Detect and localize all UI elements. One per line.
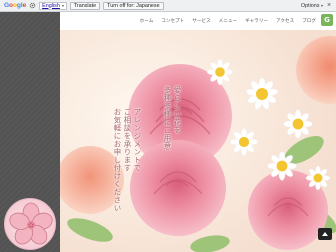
close-icon[interactable]: × bbox=[325, 2, 333, 10]
flower-logo-icon[interactable] bbox=[4, 198, 56, 250]
options-label: Options bbox=[300, 3, 320, 9]
hero-image: 愛らしい花を 多種多様にご用意 アレンジメントで ご相談を承ります お気軽にお申… bbox=[60, 30, 336, 252]
language-select[interactable]: English bbox=[39, 1, 67, 10]
language-select-value: English bbox=[42, 2, 60, 9]
translate-button[interactable]: Translate bbox=[69, 1, 101, 10]
chevron-down-icon bbox=[321, 5, 323, 7]
chevron-up-icon bbox=[322, 232, 328, 236]
nav-item-blog[interactable]: ブログ bbox=[298, 18, 320, 24]
turn-off-button[interactable]: Turn off for: Japanese bbox=[103, 1, 164, 10]
chevron-down-icon bbox=[61, 4, 64, 7]
hero-text-line-3: アレンジメントで bbox=[133, 108, 142, 172]
scroll-to-top-button[interactable] bbox=[318, 228, 332, 240]
flower-bouquet-illustration bbox=[60, 30, 336, 252]
social-share-icon[interactable]: G bbox=[321, 14, 333, 26]
nav-item-menu[interactable]: メニュー bbox=[215, 18, 241, 24]
nav-item-service[interactable]: サービス bbox=[188, 18, 214, 24]
nav-item-home[interactable]: ホーム bbox=[136, 18, 158, 24]
options-menu[interactable]: Options bbox=[301, 2, 323, 10]
google-translate-bar: Google English Translate Turn off for: J… bbox=[0, 0, 336, 12]
google-logo: Google bbox=[4, 2, 27, 9]
hero-text-line-4: ご相談を承ります bbox=[123, 108, 132, 172]
nav-item-concept[interactable]: コンセプト bbox=[157, 18, 188, 24]
nav-item-gallery[interactable]: ギャラリー bbox=[241, 18, 272, 24]
nav-item-access[interactable]: アクセス bbox=[272, 18, 298, 24]
hero-text-line-5: お気軽にお申し付けください bbox=[113, 108, 122, 212]
hero-text-line-1: 愛らしい花を bbox=[173, 86, 182, 134]
left-sidebar-panel bbox=[0, 12, 60, 252]
top-navigation: ホーム コンセプト サービス メニュー ギャラリー アクセス ブログ G bbox=[60, 12, 336, 30]
gear-icon[interactable] bbox=[29, 2, 36, 9]
hero-text-line-2: 多種多様にご用意 bbox=[163, 86, 172, 150]
